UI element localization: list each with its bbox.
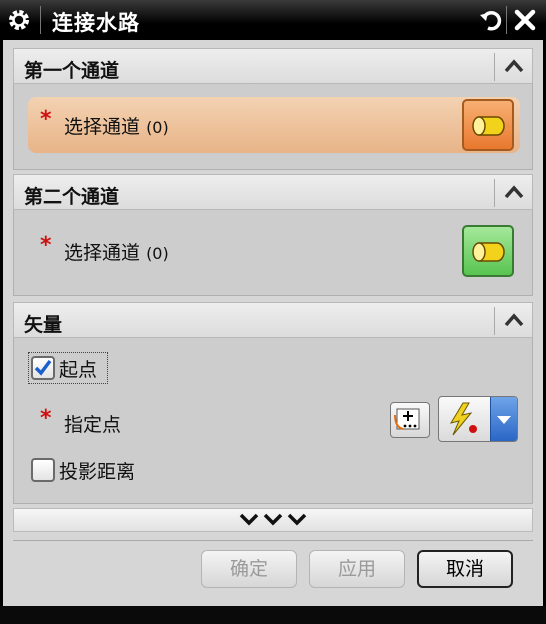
header-separator (494, 179, 495, 207)
group-header-vector[interactable]: 矢量 (13, 302, 533, 338)
dialog-title: 连接水路 (52, 11, 140, 35)
triple-chevron-down-icon (239, 513, 307, 526)
group-body-vector: 起点 * 指定点 投影距离 (13, 338, 533, 504)
select-channel-text: 选择通道 (64, 116, 141, 138)
specify-point-label: 指定点 (64, 414, 122, 436)
required-marker: * (40, 107, 52, 132)
cancel-button[interactable]: 取消 (417, 550, 513, 588)
gear-icon[interactable] (7, 8, 31, 32)
select-channel-row[interactable]: * 选择通道 (0) (28, 97, 520, 153)
select-channel-button[interactable] (462, 99, 514, 151)
selection-count: (0) (146, 244, 169, 263)
inferred-point-icon (449, 402, 477, 436)
more-options-bar[interactable] (13, 508, 533, 532)
group-title: 第一个通道 (24, 60, 120, 82)
dialog-body: 第一个通道 * 选择通道 (0) 第二个通道 * 选择通道 (0) 矢量 起点 … (3, 40, 543, 606)
group-title: 第二个通道 (24, 186, 120, 208)
selection-count: (0) (146, 118, 169, 137)
select-channel-label: 选择通道 (0) (64, 112, 169, 139)
select-channel-button[interactable] (462, 225, 514, 277)
projection-distance-label[interactable]: 投影距离 (59, 457, 135, 484)
title-bar[interactable]: 连接水路 (0, 0, 546, 40)
group-body-first-channel: * 选择通道 (0) (13, 84, 533, 170)
apply-button[interactable]: 应用 (309, 550, 405, 588)
chevron-up-icon[interactable] (501, 55, 527, 77)
connect-waterline-dialog: 连接水路 第一个通道 * 选择通道 (0) 第二个通道 * 选择通道 (0) 矢… (0, 0, 546, 624)
point-dialog-button[interactable] (390, 402, 430, 438)
header-separator (494, 53, 495, 81)
bottom-border (0, 606, 546, 624)
group-header-first-channel[interactable]: 第一个通道 (13, 48, 533, 84)
group-header-second-channel[interactable]: 第二个通道 (13, 174, 533, 210)
chevron-up-icon[interactable] (501, 309, 527, 331)
required-marker: * (40, 233, 52, 258)
required-marker: * (40, 406, 52, 431)
checkmark-icon (34, 359, 52, 376)
cylinder-icon (472, 116, 505, 136)
start-point-label[interactable]: 起点 (59, 355, 97, 382)
title-button-separator (506, 6, 507, 34)
select-channel-text: 选择通道 (64, 242, 141, 264)
chevron-up-icon[interactable] (501, 181, 527, 203)
close-icon[interactable] (510, 5, 540, 35)
group-body-second-channel: * 选择通道 (0) (13, 210, 533, 296)
inferred-point-dropdown[interactable] (438, 396, 518, 442)
footer-separator (13, 540, 533, 541)
point-dialog-icon (394, 408, 420, 430)
start-point-checkbox[interactable] (31, 356, 55, 380)
reset-icon[interactable] (476, 5, 506, 35)
ok-button[interactable]: 确定 (201, 550, 297, 588)
select-channel-row[interactable]: * 选择通道 (0) (28, 223, 520, 279)
group-title: 矢量 (24, 314, 63, 336)
select-channel-label: 选择通道 (0) (64, 238, 169, 265)
chevron-down-icon (497, 416, 511, 424)
dropdown-arrow[interactable] (490, 397, 517, 441)
cylinder-icon (472, 242, 505, 262)
header-separator (494, 307, 495, 335)
title-separator (40, 6, 41, 34)
projection-distance-checkbox[interactable] (31, 458, 55, 482)
